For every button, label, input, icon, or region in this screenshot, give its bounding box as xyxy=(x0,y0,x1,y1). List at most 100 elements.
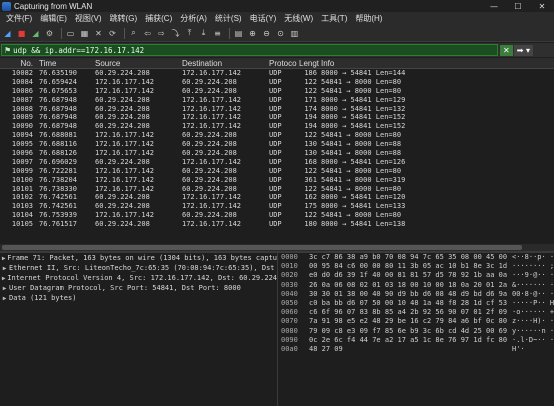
expand-arrow-icon[interactable]: ▶ xyxy=(0,295,9,302)
display-filter-field[interactable]: ⚑ xyxy=(1,44,498,56)
bytes-row[interactable]: 0040 30 30 01 38 00 40 90 d9 bb d6 08 48 … xyxy=(279,290,554,299)
table-row[interactable]: 10090 76.687948 60.29.224.208 172.16.177.14… xyxy=(0,122,554,131)
column-no[interactable]: No. xyxy=(0,59,37,68)
bytes-hex[interactable]: c0 ba bb d6 07 50 00 10 48 1a 48 f8 28 1… xyxy=(309,299,512,308)
bytes-hex[interactable]: 48 27 09 xyxy=(309,345,512,354)
expand-arrow-icon[interactable]: ▶ xyxy=(0,265,9,272)
bytes-ascii[interactable]: <··8··p· ·|e5··E· xyxy=(512,253,554,262)
bytes-row[interactable]: 0050 c0 ba bb d6 07 50 00 10 48 1a 48 f8 … xyxy=(279,299,554,308)
menu-edit[interactable]: 编辑(E) xyxy=(36,13,71,24)
go-forward-icon[interactable]: ⇨ xyxy=(156,28,167,39)
menu-tools[interactable]: 工具(T) xyxy=(317,13,351,24)
detail-tree-item[interactable]: ▶ Frame 71: Packet, 163 bytes on wire (13… xyxy=(0,253,277,263)
table-row[interactable]: 10086 76.675653 172.16.177.142 60.29.224.20… xyxy=(0,87,554,96)
zoom-in-icon[interactable]: ⊕ xyxy=(247,28,258,39)
bytes-ascii[interactable]: ········ ;·····<· xyxy=(512,262,554,271)
bookmark-icon[interactable]: ⚑ xyxy=(2,46,13,55)
display-filter-input[interactable] xyxy=(13,45,484,55)
detail-tree-item[interactable]: ▶ User Datagram Protocol, Src Port: 54841… xyxy=(0,283,277,293)
table-row[interactable]: 10099 76.722281 172.16.177.142 60.29.224.20… xyxy=(0,167,554,176)
bytes-row[interactable]: 0060 c6 6f 96 07 83 8b 85 a4 2b 92 56 90 … xyxy=(279,308,554,317)
bytes-hex[interactable]: c6 6f 96 07 83 8b 85 a4 2b 92 56 90 07 0… xyxy=(309,308,512,317)
close-file-icon[interactable]: ✕ xyxy=(93,28,104,39)
menu-go[interactable]: 跳转(G) xyxy=(106,13,142,24)
column-protocol[interactable]: Protocol xyxy=(267,59,297,68)
resize-columns-icon[interactable]: ▥ xyxy=(289,28,300,39)
detail-tree-item[interactable]: ▶ Internet Protocol Version 4, Src: 172.1… xyxy=(0,273,277,283)
apply-filter-button[interactable]: ➡ ▾ xyxy=(513,44,533,56)
menu-statistics[interactable]: 统计(S) xyxy=(211,13,246,24)
table-row[interactable]: 10094 76.688081 172.16.177.142 60.29.224.20… xyxy=(0,131,554,140)
column-time[interactable]: Time xyxy=(37,59,93,68)
expand-arrow-icon[interactable]: ▶ xyxy=(0,255,7,262)
table-row[interactable]: 10101 76.738330 172.16.177.142 60.29.224.20… xyxy=(0,185,554,194)
bytes-row[interactable]: 0000 3c c7 86 38 a9 b0 70 08 94 7c 65 35 … xyxy=(279,253,554,262)
menu-view[interactable]: 视图(V) xyxy=(71,13,106,24)
bytes-hex[interactable]: 26 0a 06 08 02 01 03 18 00 10 00 18 0a 2… xyxy=(309,281,512,290)
bytes-row[interactable]: 0010 00 95 84 c6 00 00 80 11 3b 05 ac 10 … xyxy=(279,262,554,271)
table-row[interactable]: 10089 76.687948 60.29.224.208 172.16.177.14… xyxy=(0,113,554,122)
table-row[interactable]: 10096 76.688126 172.16.177.142 60.29.224.20… xyxy=(0,149,554,158)
table-row[interactable]: 10087 76.687948 60.29.224.208 172.16.177.14… xyxy=(0,96,554,105)
table-row[interactable]: 10104 76.753939 172.16.177.142 60.29.224.20… xyxy=(0,211,554,220)
bytes-hex[interactable]: 7a 91 98 e5 e2 48 29 be 16 c2 79 84 a6 b… xyxy=(309,317,512,326)
bytes-ascii[interactable]: ···9·@·· ·W·x···· xyxy=(512,271,554,280)
clear-filter-button[interactable]: ✕ xyxy=(500,44,513,56)
column-length[interactable]: Length xyxy=(297,59,319,68)
table-row[interactable]: 10082 76.635190 60.29.224.208 172.16.177.14… xyxy=(0,69,554,78)
table-row[interactable]: 10097 76.696029 60.29.224.208 172.16.177.14… xyxy=(0,158,554,167)
expand-arrow-icon[interactable]: ▶ xyxy=(0,275,7,282)
menu-analyze[interactable]: 分析(A) xyxy=(176,13,211,24)
table-row[interactable]: 10103 76.742561 60.29.224.208 172.16.177.14… xyxy=(0,202,554,211)
reload-icon[interactable]: ⟳ xyxy=(107,28,118,39)
go-to-packet-icon[interactable]: ⤵ xyxy=(170,28,181,39)
menu-file[interactable]: 文件(F) xyxy=(2,13,36,24)
first-packet-icon[interactable]: ⤒ xyxy=(184,28,195,39)
menu-capture[interactable]: 捕获(C) xyxy=(141,13,176,24)
detail-tree-item[interactable]: ▶ Data (121 bytes) xyxy=(0,293,277,303)
bytes-hex[interactable]: 79 09 c8 e3 09 f7 85 6e b9 3c 6b cd 4d 2… xyxy=(309,327,512,336)
table-row[interactable]: 10084 76.659424 172.16.177.142 60.29.224.20… xyxy=(0,78,554,87)
restart-capture-icon[interactable]: ◢ xyxy=(30,28,41,39)
open-file-icon[interactable]: ▭ xyxy=(65,28,76,39)
go-back-icon[interactable]: ⇦ xyxy=(142,28,153,39)
table-row[interactable]: 10095 76.688116 172.16.177.142 60.29.224.20… xyxy=(0,140,554,149)
stop-capture-icon[interactable]: ■ xyxy=(16,28,27,39)
expand-arrow-icon[interactable]: ▶ xyxy=(0,285,9,292)
table-row[interactable]: 10100 76.738204 172.16.177.142 60.29.224.20… xyxy=(0,176,554,185)
bytes-row[interactable]: 0030 26 0a 06 08 02 01 03 18 00 10 00 18 … xyxy=(279,281,554,290)
capture-options-icon[interactable]: ⚙ xyxy=(44,28,55,39)
find-packet-icon[interactable]: ⌕ xyxy=(128,28,139,39)
column-source[interactable]: Source xyxy=(93,59,180,68)
bytes-hex[interactable]: 0c 2e 6c f4 44 7e a2 17 a5 1c 8e 76 97 1… xyxy=(309,336,512,345)
zoom-out-icon[interactable]: ⊖ xyxy=(261,28,272,39)
menu-help[interactable]: 帮助(H) xyxy=(351,13,386,24)
packet-list-hscrollbar[interactable] xyxy=(0,244,554,251)
bytes-hex[interactable]: 00 95 84 c6 00 00 80 11 3b 05 ac 10 b1 8… xyxy=(309,262,512,271)
bytes-ascii[interactable]: H'· xyxy=(512,345,552,354)
table-row[interactable]: 10105 76.761517 60.29.224.208 172.16.177.14… xyxy=(0,220,554,229)
colorize-icon[interactable]: ▤ xyxy=(233,28,244,39)
save-file-icon[interactable]: ▦ xyxy=(79,28,90,39)
bytes-row[interactable]: 0020 e0 d0 d6 39 1f 40 00 81 81 57 d5 78 … xyxy=(279,271,554,280)
minimize-button[interactable]: — xyxy=(482,0,506,12)
bytes-ascii[interactable]: ·····P·· H·H·(··S xyxy=(512,299,554,308)
bytes-ascii[interactable]: y······n ·<k·M%·i xyxy=(512,327,554,336)
bytes-row[interactable]: 00a0 48 27 09 H'· xyxy=(279,345,554,354)
last-packet-icon[interactable]: ⤓ xyxy=(198,28,209,39)
shark-fin-start-icon[interactable]: ◢ xyxy=(2,28,13,39)
menu-wireless[interactable]: 无线(W) xyxy=(280,13,317,24)
column-destination[interactable]: Destination xyxy=(180,59,267,68)
column-info[interactable]: Info xyxy=(319,59,554,68)
bytes-row[interactable]: 0080 79 09 c8 e3 09 f7 85 6e b9 3c 6b cd … xyxy=(279,327,554,336)
bytes-ascii[interactable]: z····H)· ··y····· xyxy=(512,317,554,326)
table-row[interactable]: 10088 76.687948 60.29.224.208 172.16.177.14… xyxy=(0,105,554,114)
detail-tree-item[interactable]: ▶ Ethernet II, Src: LiteonTecho_7c:65:35 … xyxy=(0,263,277,273)
maximize-button[interactable]: ☐ xyxy=(506,0,530,12)
bytes-row[interactable]: 0070 7a 91 98 e5 e2 48 29 be 16 c2 79 84 … xyxy=(279,317,554,326)
bytes-ascii[interactable]: &······· ····· ·* xyxy=(512,281,554,290)
bytes-ascii[interactable]: ·o······ +·V···/· xyxy=(512,308,554,317)
table-row[interactable]: 10102 76.742561 60.29.224.208 172.16.177.14… xyxy=(0,193,554,202)
bytes-hex[interactable]: 30 30 01 38 00 40 90 d9 bb d6 08 48 d9 b… xyxy=(309,290,512,299)
bytes-ascii[interactable]: ·.l·D~·· ···v···· xyxy=(512,336,554,345)
